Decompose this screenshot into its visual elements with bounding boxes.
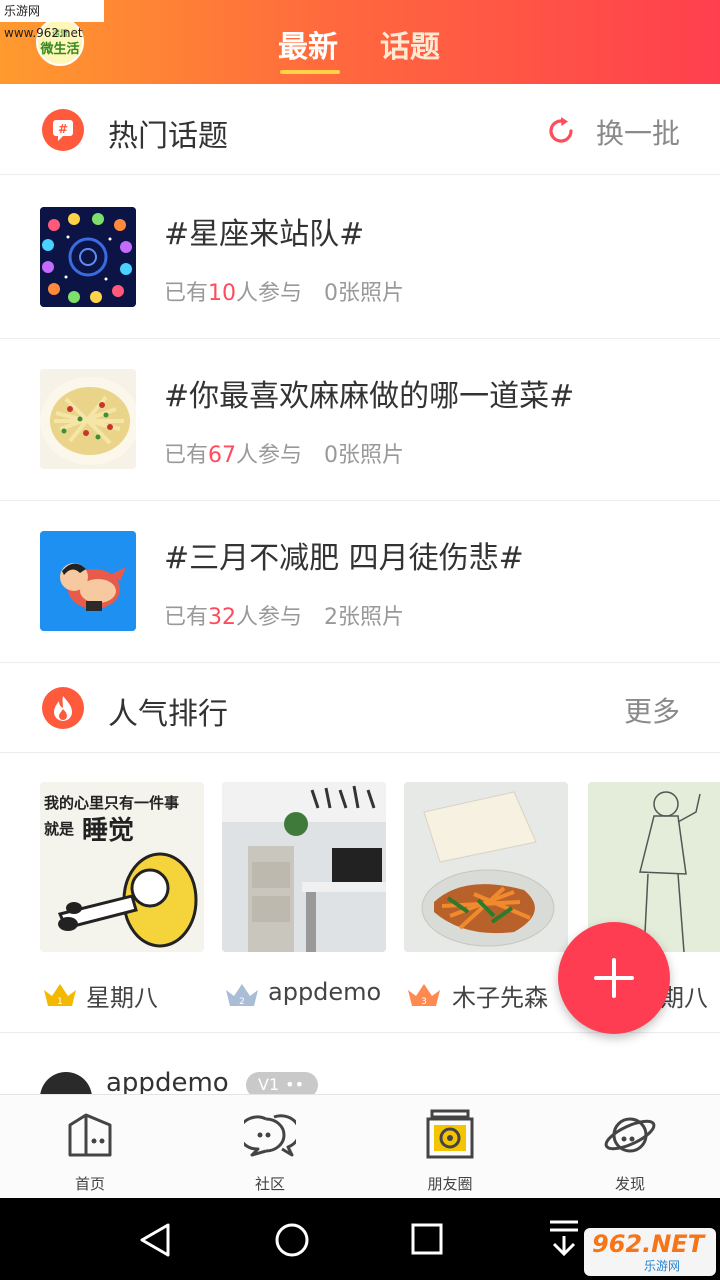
more-button[interactable]: 更多 — [624, 690, 680, 730]
ranking-username[interactable]: appdemo — [268, 978, 381, 1006]
active-tab-indicator — [280, 70, 340, 74]
card-caption-big: 睡觉 — [82, 816, 135, 846]
ranking-card-image[interactable]: 我的心里只有一件事 就是 睡觉 — [40, 782, 204, 952]
participants-prefix: 已有 — [164, 605, 209, 630]
nav-home-label: 首页 — [74, 1175, 105, 1193]
rank-3-crown-icon: 3 — [406, 982, 442, 1012]
participants-suffix: 人参与 — [236, 605, 303, 630]
tab-latest[interactable]: 最新 — [278, 22, 338, 66]
refresh-icon[interactable] — [544, 114, 578, 152]
top-header: 诸暨 微生活 最新 话题 — [0, 0, 720, 84]
nav-discover-label: 发现 — [614, 1175, 645, 1193]
level-text: V1 — [258, 1075, 280, 1094]
topic-thumbnail-dish — [40, 369, 136, 469]
topic-item[interactable]: #三月不减肥 四月徒伤悲# 已有32人参与 2张照片 — [0, 501, 720, 663]
badge-sub: 乐游网 — [644, 1259, 681, 1273]
bottom-navigation: 首页 社区 朋友圈 发现 — [0, 1094, 720, 1199]
topic-item[interactable]: #星座来站队# 已有10人参与 0张照片 — [0, 177, 720, 339]
camera-icon — [426, 1109, 474, 1159]
participants-suffix: 人参与 — [236, 281, 303, 306]
ranking-card-image[interactable] — [404, 782, 568, 952]
ranking-username[interactable]: 木子先森 — [452, 978, 548, 1013]
svg-text:2: 2 — [239, 997, 245, 1007]
nav-home[interactable]: 首页 — [30, 1095, 150, 1199]
rank-2-crown-icon: 2 — [224, 982, 260, 1012]
nav-moments-label: 朋友圈 — [427, 1175, 473, 1193]
hot-topics-title: 热门话题 — [108, 119, 228, 154]
back-icon[interactable] — [138, 1222, 172, 1258]
refresh-button[interactable]: 换一批 — [596, 112, 680, 152]
nav-community-label: 社区 — [254, 1175, 285, 1193]
participant-count: 32 — [208, 605, 237, 630]
nav-community[interactable]: 社区 — [210, 1095, 330, 1199]
topic-title: #星座来站队# — [164, 217, 365, 252]
topic-thumbnail-cartoon — [40, 531, 136, 631]
photo-count: 2张照片 — [324, 605, 405, 630]
tab-topics[interactable]: 话题 — [380, 22, 440, 66]
topic-meta: 已有10人参与 0张照片 — [164, 275, 404, 307]
recent-apps-icon[interactable] — [410, 1222, 444, 1256]
ranking-username[interactable]: 星期八 — [86, 978, 158, 1013]
participant-count: 67 — [208, 443, 237, 468]
plus-icon-vertical — [612, 958, 616, 998]
svg-text:1: 1 — [57, 997, 63, 1007]
home-circle-icon[interactable] — [274, 1222, 310, 1258]
ranking-card-image[interactable] — [222, 782, 386, 952]
topic-title: #三月不减肥 四月徒伤悲# — [164, 541, 524, 576]
watermark: 乐游网 www.962.net — [0, 0, 104, 40]
topic-item[interactable]: #你最喜欢麻麻做的哪一道菜# 已有67人参与 0张照片 — [0, 339, 720, 501]
collapse-icon[interactable] — [546, 1218, 582, 1258]
svg-text:3: 3 — [421, 997, 427, 1007]
badge-brand: 962.NET — [592, 1230, 705, 1258]
chat-bubbles-icon — [244, 1114, 296, 1157]
card-caption-line2: 就是 — [44, 820, 75, 838]
nav-discover[interactable]: 发现 — [570, 1095, 690, 1199]
hot-topics-header: # 热门话题 换一批 — [0, 86, 720, 175]
participants-prefix: 已有 — [164, 281, 209, 306]
topic-meta: 已有32人参与 2张照片 — [164, 599, 404, 631]
participant-count: 10 — [208, 281, 237, 306]
topic-title: #你最喜欢麻麻做的哪一道菜# — [164, 379, 575, 414]
topic-thumbnail-constellation — [40, 207, 136, 307]
flame-icon — [42, 687, 84, 729]
nav-moments[interactable]: 朋友圈 — [390, 1095, 510, 1199]
site-logo-badge: 962.NET 乐游网 — [584, 1228, 716, 1276]
participants-prefix: 已有 — [164, 443, 209, 468]
add-post-button[interactable] — [558, 922, 670, 1034]
topic-meta: 已有67人参与 0张照片 — [164, 437, 404, 469]
hashtag-bubble-icon: # — [42, 109, 84, 151]
popularity-ranking-title: 人气排行 — [108, 697, 228, 732]
participants-suffix: 人参与 — [236, 443, 303, 468]
home-icon — [68, 1113, 112, 1157]
popularity-ranking-header: 人气排行 更多 — [0, 664, 720, 753]
photo-count: 0张照片 — [324, 443, 405, 468]
photo-count: 0张照片 — [324, 281, 405, 306]
planet-icon — [604, 1117, 656, 1153]
svg-text:#: # — [58, 122, 68, 136]
rank-1-crown-icon: 1 — [42, 982, 78, 1012]
